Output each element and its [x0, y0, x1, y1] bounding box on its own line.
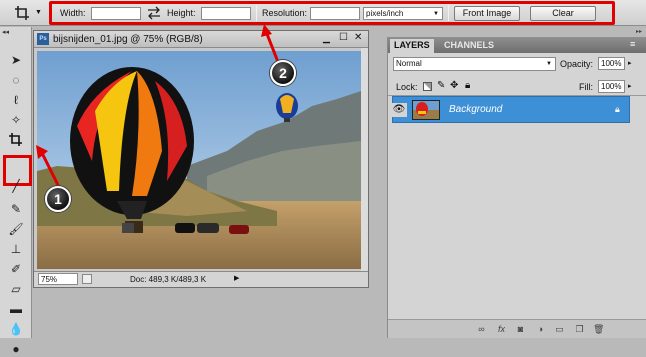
- tools-panel: ◂◂ ➤ ◌ ℓ ✧ ╱ ✎ 🖌 ⊥ ✐ ▱ ▬ 💧 ●: [0, 27, 32, 356]
- new-layer-icon[interactable]: ❐: [574, 324, 585, 334]
- vertical-scrollbar[interactable]: [361, 48, 368, 271]
- photoshop-file-icon: Ps: [37, 33, 49, 45]
- status-menu-icon[interactable]: [82, 274, 92, 284]
- fill-label: Fill:: [579, 82, 593, 92]
- lock-all-icon[interactable]: 🔒︎: [465, 80, 470, 91]
- blend-mode-select[interactable]: Normal ▼: [393, 57, 556, 71]
- document-title: bijsnijden_01.jpg @ 75% (RGB/8): [53, 34, 203, 45]
- layer-lock-icon: 🔒︎: [615, 104, 620, 114]
- fill-field[interactable]: 100%: [598, 80, 625, 93]
- blend-mode-value: Normal: [396, 59, 422, 68]
- chevron-down-icon: ▼: [546, 61, 552, 67]
- preset-dropdown-arrow-icon[interactable]: ▼: [35, 9, 42, 16]
- layer-name[interactable]: Background: [449, 104, 502, 115]
- adjustment-layer-icon[interactable]: ◑: [535, 324, 546, 334]
- layers-panel: ▸▸ LAYERS CHANNELS ≡ Normal ▼ Opacity: 1…: [387, 29, 646, 338]
- link-layers-icon[interactable]: ∞: [476, 324, 487, 334]
- layer-thumbnail: [412, 100, 440, 120]
- slice-tool-icon[interactable]: ╱: [6, 177, 26, 194]
- opacity-field[interactable]: 100%: [598, 57, 625, 70]
- lock-label: Lock:: [396, 82, 418, 92]
- options-highlight-box: [49, 1, 615, 25]
- layer-row-background[interactable]: 👁︎ Background 🔒︎: [391, 96, 630, 123]
- delete-layer-icon[interactable]: 🗑︎: [593, 324, 604, 334]
- eye-visibility-icon[interactable]: 👁︎: [391, 103, 407, 117]
- tab-layers[interactable]: LAYERS: [390, 39, 434, 53]
- lock-position-icon[interactable]: ✥: [450, 80, 458, 91]
- document-title-bar[interactable]: Ps bijsnijden_01.jpg @ 75% (RGB/8) ▁ ☐ ✕: [34, 31, 368, 48]
- layer-style-icon[interactable]: fx: [496, 324, 507, 334]
- panel-collapse-icon[interactable]: ▸▸: [636, 28, 642, 35]
- eraser-tool-icon[interactable]: ▱: [6, 280, 26, 297]
- crop-tool-icon[interactable]: [6, 131, 26, 148]
- lock-image-icon[interactable]: ✎: [437, 80, 445, 91]
- marquee-tool-icon[interactable]: ◌: [6, 71, 26, 88]
- fill-arrow-icon[interactable]: ▸: [628, 82, 632, 90]
- panel-menu-icon[interactable]: ≡: [630, 39, 635, 49]
- lock-transparency-icon[interactable]: [423, 82, 432, 91]
- document-window: Ps bijsnijden_01.jpg @ 75% (RGB/8) ▁ ☐ ✕: [33, 30, 369, 288]
- group-folder-icon[interactable]: ▭: [554, 324, 565, 334]
- gradient-tool-icon[interactable]: ▬: [6, 300, 26, 317]
- lasso-tool-icon[interactable]: ℓ: [6, 91, 26, 108]
- blur-tool-icon[interactable]: 💧: [6, 320, 26, 337]
- callout-badge-2: 2: [270, 60, 296, 86]
- crop-tool-preset-icon[interactable]: [14, 5, 32, 21]
- clone-stamp-tool-icon[interactable]: ⊥: [6, 240, 26, 257]
- healing-brush-tool-icon[interactable]: ✎: [6, 200, 26, 217]
- zoom-field[interactable]: 75%: [38, 273, 78, 285]
- panel-tab-bar: LAYERS CHANNELS ≡: [388, 37, 646, 53]
- history-brush-tool-icon[interactable]: ✐: [6, 260, 26, 277]
- close-icon[interactable]: ✕: [354, 32, 362, 43]
- collapse-arrows-icon[interactable]: ◂◂: [2, 28, 9, 36]
- tab-channels[interactable]: CHANNELS: [440, 39, 498, 53]
- layers-footer: ∞ fx ◙ ◑ ▭ ❐ 🗑︎: [388, 319, 646, 338]
- move-tool-icon[interactable]: ➤: [6, 51, 26, 68]
- opacity-label: Opacity:: [560, 59, 594, 69]
- callout-arrow-1: [34, 141, 74, 191]
- magic-wand-tool-icon[interactable]: ✧: [6, 111, 26, 128]
- opacity-arrow-icon[interactable]: ▸: [628, 59, 632, 67]
- image-canvas[interactable]: [37, 51, 361, 269]
- document-size-info: Doc: 489,3 K/489,3 K: [130, 275, 207, 284]
- callout-badge-1: 1: [45, 186, 71, 212]
- options-bar: ▼ Width: Height: Resolution: pixels/inch…: [0, 0, 646, 26]
- maximize-icon[interactable]: ☐: [339, 32, 348, 43]
- brush-tool-icon[interactable]: 🖌: [6, 220, 26, 237]
- layer-mask-icon[interactable]: ◙: [515, 324, 526, 334]
- status-arrow-icon[interactable]: ▶: [234, 274, 239, 282]
- dodge-tool-icon[interactable]: ●: [6, 340, 26, 357]
- document-status-bar: 75% Doc: 489,3 K/489,3 K ▶: [34, 271, 368, 287]
- minimize-icon[interactable]: ▁: [323, 33, 330, 44]
